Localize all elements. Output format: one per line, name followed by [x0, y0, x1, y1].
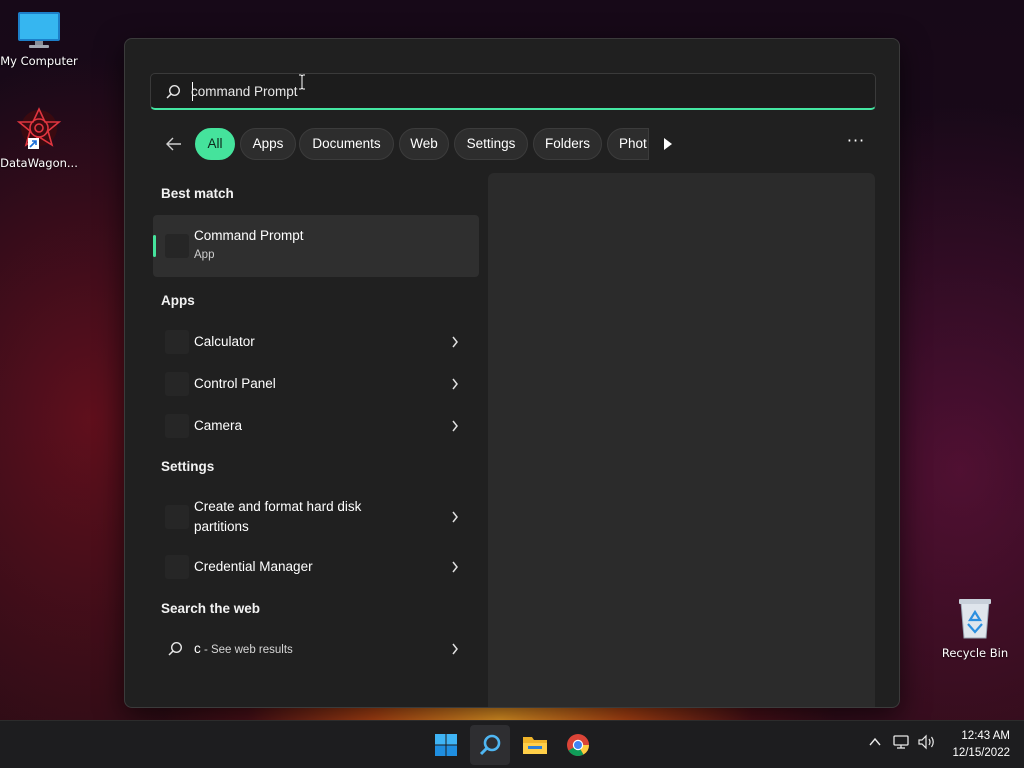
- result-title: Camera: [194, 418, 243, 433]
- result-title: Credential Manager: [194, 559, 313, 574]
- chevron-right-icon: [452, 336, 458, 348]
- result-camera[interactable]: Camera: [153, 406, 479, 446]
- camera-icon: [165, 414, 189, 438]
- desktop-icon-recycle-bin[interactable]: Recycle Bin: [934, 596, 1016, 660]
- filter-chip-settings[interactable]: Settings: [454, 128, 528, 160]
- clock-date: 12/15/2022: [952, 747, 1010, 759]
- network-icon[interactable]: [893, 734, 911, 750]
- result-title-line2: partitions: [194, 519, 249, 534]
- desktop-icon-my-computer[interactable]: My Computer: [0, 10, 80, 68]
- filter-chip-apps[interactable]: Apps: [240, 128, 296, 160]
- chevron-right-icon: [452, 378, 458, 390]
- section-heading-search-web: Search the web: [161, 601, 261, 616]
- result-title-line1: Create and format hard disk: [194, 499, 362, 514]
- result-control-panel[interactable]: Control Panel: [153, 364, 479, 404]
- calculator-icon: [165, 330, 189, 354]
- result-title: Command Prompt: [194, 228, 304, 243]
- web-query-text: c - See web results: [194, 639, 293, 660]
- taskbar-file-explorer-button[interactable]: [514, 725, 554, 765]
- disk-management-icon: [165, 505, 189, 529]
- result-web-search[interactable]: c - See web results: [153, 629, 479, 669]
- section-heading-best-match: Best match: [161, 186, 234, 201]
- system-clock[interactable]: 12:43 AM 12/15/2022: [952, 728, 1010, 762]
- credential-manager-icon: [165, 555, 189, 579]
- search-panel: command Prompt All Apps Documents Web Se…: [124, 38, 900, 708]
- desktop-icon-label: My Computer: [0, 54, 78, 68]
- back-arrow-icon[interactable]: [163, 133, 185, 155]
- monitor-icon: [18, 12, 60, 48]
- search-icon: [168, 641, 183, 656]
- desktop-icon-datawagon[interactable]: DataWagon...: [0, 106, 80, 170]
- recycle-bin-icon: [959, 599, 991, 639]
- chevron-right-icon: [452, 561, 458, 573]
- filter-chip-web[interactable]: Web: [399, 128, 449, 160]
- desktop-icon-label: DataWagon...: [0, 156, 78, 170]
- preview-pane: [488, 173, 875, 707]
- result-calculator[interactable]: Calculator: [153, 322, 479, 362]
- result-subtitle: App: [194, 249, 215, 261]
- result-title: Calculator: [194, 334, 255, 349]
- result-command-prompt[interactable]: Command Prompt App: [153, 215, 479, 277]
- desktop-icon-label: Recycle Bin: [941, 646, 1009, 660]
- filter-chip-documents[interactable]: Documents: [299, 128, 394, 160]
- chevron-right-icon: [452, 643, 458, 655]
- search-query-text: command Prompt: [191, 84, 298, 99]
- section-heading-settings: Settings: [161, 459, 215, 474]
- taskbar: 12:43 AM 12/15/2022: [0, 720, 1024, 768]
- chevron-right-icon: [452, 420, 458, 432]
- command-prompt-icon: [165, 234, 189, 258]
- search-input[interactable]: command Prompt: [150, 73, 876, 110]
- taskbar-search-button[interactable]: [470, 725, 510, 765]
- section-heading-apps: Apps: [161, 293, 195, 308]
- start-button[interactable]: [426, 725, 466, 765]
- filter-chip-folders[interactable]: Folders: [533, 128, 602, 160]
- selection-indicator: [153, 235, 156, 257]
- taskbar-chrome-button[interactable]: [558, 725, 598, 765]
- more-options-icon[interactable]: ···: [843, 131, 869, 157]
- chevron-right-icon: [452, 511, 458, 523]
- filter-chip-photos[interactable]: Phot: [607, 128, 649, 160]
- result-create-format-partitions[interactable]: Create and format hard disk partitions: [153, 489, 479, 545]
- result-credential-manager[interactable]: Credential Manager: [153, 547, 479, 587]
- search-icon: [166, 84, 181, 99]
- chrome-icon: [567, 734, 589, 756]
- chevron-up-icon[interactable]: [868, 735, 882, 749]
- filter-chip-all[interactable]: All: [195, 128, 235, 160]
- datawagon-app-icon: [16, 107, 62, 149]
- file-explorer-icon: [523, 737, 547, 754]
- ibeam-cursor-icon: [299, 74, 305, 90]
- web-results-hint: - See web results: [200, 644, 293, 656]
- scroll-filters-right-icon[interactable]: [662, 137, 674, 151]
- filter-row: All Apps Documents Web Settings Folders …: [163, 127, 878, 161]
- search-icon: [479, 734, 501, 756]
- start-icon: [435, 734, 457, 756]
- web-query: c: [194, 641, 201, 656]
- control-panel-icon: [165, 372, 189, 396]
- clock-time: 12:43 AM: [961, 730, 1010, 742]
- result-title: Control Panel: [194, 376, 276, 391]
- volume-icon[interactable]: [918, 734, 936, 750]
